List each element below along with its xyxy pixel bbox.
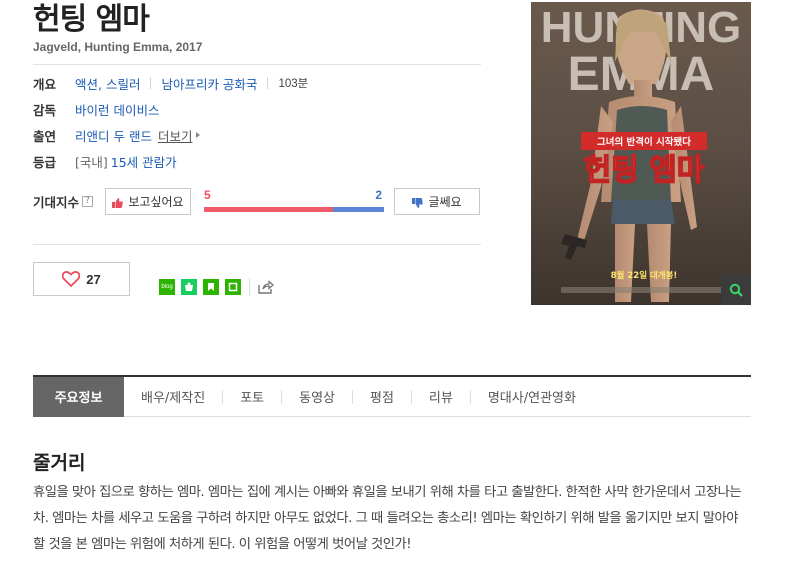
no-label: 글쎄요 [428, 195, 462, 209]
info-genre-row: 개요 액션, 스릴러 남아프리카 공화국 103분 [33, 73, 308, 93]
country-link[interactable]: 남아프리카 공화국 [161, 74, 257, 93]
info-rating-row: 등급 [국내] 15세 관람가 [33, 151, 177, 171]
blog-icon[interactable]: blog [159, 279, 175, 295]
thumbs-down-icon [412, 197, 424, 208]
no-count: 2 [375, 188, 382, 202]
not-sure-button[interactable]: 글쎄요 [394, 188, 480, 215]
expectation-label: 기대지수 ? [33, 192, 94, 211]
tab-cast-crew[interactable]: 배우/제작진 [124, 377, 222, 417]
ratio-bar [204, 207, 384, 212]
director-label: 감독 [33, 102, 57, 118]
expectation-bar: 5 2 [204, 188, 384, 214]
memo-icon[interactable] [225, 279, 241, 295]
share-icon[interactable] [258, 279, 274, 295]
like-count: 27 [86, 271, 101, 287]
tab-quotes-related[interactable]: 명대사/연관영화 [471, 377, 593, 417]
poster-image: HUNTING EMMA 그녀의 반격이 시작됐다 헌팅 엠마 8월 22일 대… [531, 2, 751, 305]
want-ratio-fill [204, 207, 333, 212]
separator [267, 77, 269, 89]
movie-title: 헌팅 엠마 [33, 2, 150, 37]
separator [150, 77, 152, 89]
poster-korean-title: 헌팅 엠마 [584, 153, 705, 188]
help-icon[interactable]: ? [82, 196, 94, 207]
tab-photo[interactable]: 포토 [223, 377, 281, 417]
director-link[interactable]: 바이런 데이비스 [75, 100, 159, 119]
tab-review[interactable]: 리뷰 [412, 377, 470, 417]
tab-rating[interactable]: 평점 [353, 377, 411, 417]
blog-icon-text: blog [161, 284, 173, 290]
story-heading: 줄거리 [33, 452, 86, 474]
poster-release: 8월 22일 대개봉! [611, 270, 678, 281]
divider [33, 244, 481, 245]
expectation-label-text: 기대지수 [33, 195, 80, 210]
separator [249, 278, 250, 296]
movie-poster[interactable]: HUNTING EMMA 그녀의 반격이 시작됐다 헌팅 엠마 8월 22일 대… [531, 2, 751, 305]
heart-icon [62, 271, 81, 287]
thumbs-up-icon [112, 197, 124, 208]
cast-label: 출연 [33, 128, 57, 144]
genre-label: 개요 [33, 76, 57, 92]
search-icon [729, 283, 743, 297]
rating-label: 등급 [33, 154, 57, 170]
chevron-right-icon [196, 132, 201, 138]
tab-video[interactable]: 동영상 [282, 377, 352, 417]
share-bar: blog [159, 278, 280, 296]
zoom-button[interactable] [721, 275, 751, 305]
rating-region: [국내] [75, 154, 108, 170]
keep-icon[interactable] [203, 279, 219, 295]
story-text: 휴일을 맞아 집으로 향하는 엠마. 엠마는 집에 계시는 아빠와 휴일을 보내… [33, 485, 742, 552]
poster-tagline: 그녀의 반격이 시작됐다 [597, 136, 691, 148]
divider [33, 64, 481, 65]
tab-bar: 주요정보 배우/제작진 포토 동영상 평점 리뷰 명대사/연관영화 [33, 375, 751, 417]
rating-link[interactable]: 15세 관람가 [111, 152, 177, 171]
cast-link[interactable]: 리앤디 두 랜드 [75, 126, 152, 145]
info-director-row: 감독 바이런 데이비스 [33, 99, 159, 119]
info-cast-row: 출연 리앤디 두 랜드 더보기 [33, 125, 201, 145]
runtime: 103분 [278, 78, 309, 90]
original-title: Jagveld, Hunting Emma, 2017 [33, 40, 203, 54]
band-icon[interactable] [181, 279, 197, 295]
want-to-see-button[interactable]: 보고싶어요 [105, 188, 191, 215]
like-button[interactable]: 27 [33, 262, 130, 296]
tab-main-info[interactable]: 주요정보 [33, 376, 124, 417]
cast-more-link[interactable]: 더보기 [158, 126, 193, 145]
want-label: 보고싶어요 [128, 195, 184, 209]
genre-link[interactable]: 액션, 스릴러 [75, 74, 140, 93]
want-count: 5 [204, 188, 211, 202]
